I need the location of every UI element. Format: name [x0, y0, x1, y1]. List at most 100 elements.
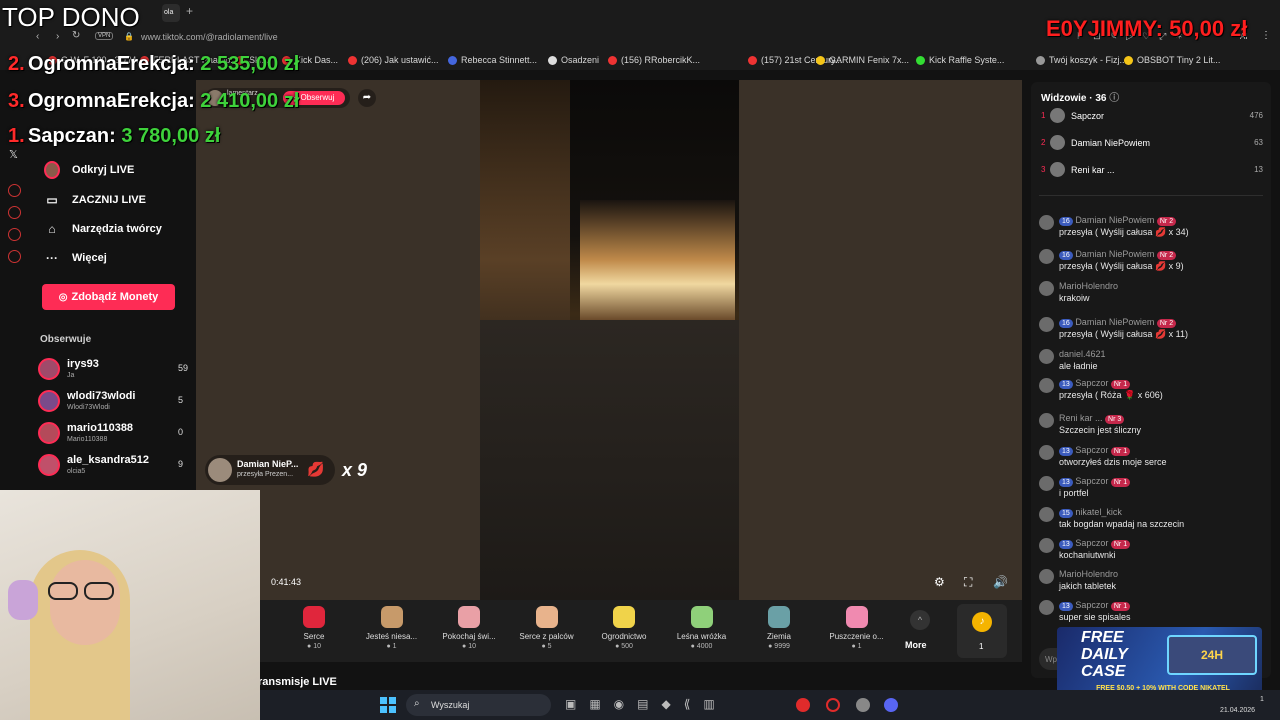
vpn-badge[interactable]: VPN	[95, 32, 114, 40]
chat-username[interactable]: Damian NiePowiem	[1075, 249, 1154, 259]
following-item[interactable]: wlodi73wlodi Wlodi73Wlodi 5	[38, 388, 188, 414]
gift-item[interactable]: Ziemia ● 9999	[744, 606, 814, 650]
chat-message: 13 Sapczor Nr 1 i portfel	[1059, 475, 1264, 499]
gift-price: ● 5	[541, 643, 552, 650]
following-name: irys93	[67, 358, 99, 370]
bookmark-item[interactable]: Osadzeni	[548, 55, 599, 65]
taskbar-search[interactable]: Wyszukaj	[406, 694, 551, 716]
info-icon[interactable]: ⓘ	[1109, 93, 1119, 104]
viewer-rank: 3	[1041, 165, 1046, 174]
chat-username[interactable]: Sapczor	[1075, 445, 1108, 455]
following-item[interactable]: irys93 Ja 59	[38, 356, 188, 382]
chat-avatar[interactable]	[1039, 569, 1054, 584]
chat-avatar[interactable]	[1039, 317, 1054, 332]
chat-username[interactable]: Sapczor	[1075, 600, 1108, 610]
gift-price: ● 10	[307, 643, 321, 650]
gift-item[interactable]: Puszczenie o... ● 1	[822, 606, 892, 650]
bookmark-item[interactable]: Kick Raffle Syste...	[916, 55, 1004, 65]
chat-text: kochaniutwnki	[1059, 550, 1116, 560]
nav-start-live[interactable]: ▭ ZACZNIJ LIVE	[44, 192, 146, 208]
chat-avatar[interactable]	[1039, 600, 1054, 615]
rail-icon-1[interactable]	[8, 184, 21, 197]
nav-more[interactable]: ··· Więcej	[44, 250, 107, 266]
chat-avatar[interactable]	[1039, 445, 1054, 460]
app-icon-obs[interactable]	[826, 698, 840, 712]
bookmark-item[interactable]: Rebecca Stinnett...	[448, 55, 537, 65]
gift-item[interactable]: Pokochaj świ... ● 10	[434, 606, 504, 650]
windows-start-icon[interactable]	[380, 697, 396, 713]
volume-icon[interactable]: 🔊	[993, 575, 1008, 589]
bookmark-item[interactable]: GARMIN Fenix 7x...	[816, 55, 909, 65]
settings-icon[interactable]: ⚙	[934, 575, 945, 589]
rail-icon-2[interactable]	[8, 206, 21, 219]
top-viewer-row[interactable]: 1 Sapczor 476	[1039, 108, 1263, 128]
nav-discover-live[interactable]: Odkryj LIVE	[44, 161, 135, 179]
following-item[interactable]: ale_ksandra512 olcia5 9	[38, 452, 188, 478]
gift-price: ● 4000	[690, 643, 713, 650]
viewer-score: 63	[1254, 138, 1263, 147]
gift-item[interactable]: Serce ● 10	[279, 606, 349, 650]
get-coins-button[interactable]: ◎ Zdobądź Monety	[42, 284, 175, 310]
fullscreen-icon[interactable]: ⛶	[964, 575, 972, 590]
gift-price-value: 5	[547, 643, 552, 650]
chat-username[interactable]: MarioHolendro	[1059, 569, 1118, 579]
chat-username[interactable]: Sapczor	[1075, 378, 1108, 388]
chat-username[interactable]: Sapczor	[1075, 538, 1108, 548]
face	[50, 560, 120, 645]
bookmark-item[interactable]: (156) RRobercikK...	[608, 55, 700, 65]
chat-username[interactable]: Reni kar ...	[1059, 413, 1103, 423]
chat-avatar[interactable]	[1039, 378, 1054, 393]
app-icon-steam[interactable]	[856, 698, 870, 712]
chat-username[interactable]: Damian NiePowiem	[1075, 215, 1154, 225]
gift-item[interactable]: Serce z palców ● 5	[512, 606, 582, 650]
gift-item[interactable]: Ogrodnictwo ● 500	[589, 606, 659, 650]
chat-avatar[interactable]	[1039, 249, 1054, 264]
coin-balance[interactable]: ♪ 1	[957, 604, 1007, 658]
taskbar-apps[interactable]: ▣▦◉▤◆⟪▥	[565, 697, 728, 711]
address-field[interactable]: www.tiktok.com/@radiolament/live	[141, 32, 278, 42]
chat-username[interactable]: Damian NiePowiem	[1075, 317, 1154, 327]
gift-name: Leśna wróżka	[676, 632, 727, 641]
chat-username[interactable]: nikatel_kick	[1075, 507, 1122, 517]
discord-icon[interactable]	[884, 698, 898, 712]
chat-avatar[interactable]	[1039, 476, 1054, 491]
nav-creator-tools[interactable]: ⌂ Narzędzia twórcy	[44, 221, 162, 237]
bookmark-label: Osadzeni	[561, 55, 600, 65]
chat-text: przesyła ( Wyślij całusa 💋 x 34)	[1059, 227, 1189, 237]
more-gifts-button[interactable]: More	[905, 640, 927, 650]
chat-avatar[interactable]	[1039, 281, 1054, 296]
new-tab-button[interactable]: +	[186, 4, 193, 18]
chat-avatar[interactable]	[1039, 349, 1054, 364]
bookmark-favicon	[916, 55, 925, 65]
gift-item[interactable]: Jesteś niesa... ● 1	[357, 606, 427, 650]
rail-icon-3[interactable]	[8, 228, 21, 241]
chevron-up-icon[interactable]: ^	[910, 610, 930, 630]
chat-username[interactable]: Sapczor	[1075, 476, 1108, 486]
chat-avatar[interactable]	[1039, 413, 1054, 428]
chat-username[interactable]: daniel.4621	[1059, 349, 1106, 359]
top-viewer-row[interactable]: 2 Damian NiePowiem 63	[1039, 135, 1263, 155]
bookmark-item[interactable]: Twój koszyk - Fizj...	[1036, 55, 1127, 65]
bookmark-item[interactable]: OBSBOT Tiny 2 Lit...	[1124, 55, 1220, 65]
promo-title-line: DAILY	[1081, 646, 1128, 663]
nav-label: Odkryj LIVE	[72, 164, 135, 176]
live-video[interactable]	[480, 80, 739, 600]
x-icon[interactable]: 𝕏	[9, 148, 18, 161]
chat-avatar[interactable]	[1039, 538, 1054, 553]
gift-item[interactable]: Leśna wróżka ● 4000	[667, 606, 737, 650]
rail-icon-4[interactable]	[8, 250, 21, 263]
share-icon[interactable]: ➦	[358, 89, 376, 107]
chat-avatar[interactable]	[1039, 215, 1054, 230]
app-icon-red[interactable]	[796, 698, 810, 712]
following-item[interactable]: mario110388 Mario110388 0	[38, 420, 188, 446]
chat-text: Szczecin jest śliczny	[1059, 425, 1142, 435]
menu-icon[interactable]: ⋮	[1261, 30, 1271, 41]
bookmark-item[interactable]: (206) Jak ustawić...	[348, 55, 439, 65]
webcam-overlay	[0, 490, 260, 720]
top-viewer-row[interactable]: 3 Reni kar ... 13	[1039, 162, 1263, 182]
chat-text: otworzyłeś dzis moje serce	[1059, 457, 1167, 467]
chat-username[interactable]: MarioHolendro	[1059, 281, 1118, 291]
chat-avatar[interactable]	[1039, 507, 1054, 522]
chat-text: i portfel	[1059, 488, 1089, 498]
browser-tab[interactable]: ola	[162, 4, 180, 22]
